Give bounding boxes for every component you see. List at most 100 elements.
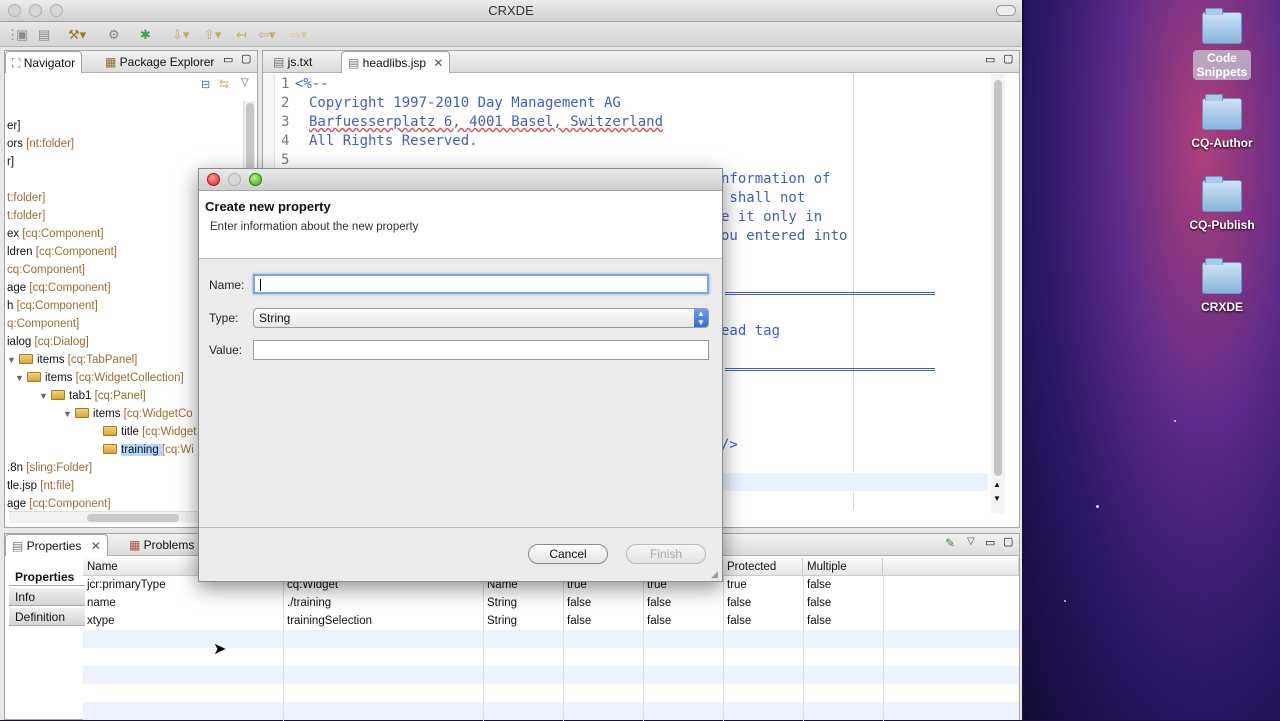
editor-vertical-scrollbar[interactable]: ▲ ▼ [991,74,1005,514]
scroll-down-icon[interactable]: ▼ [993,494,1001,503]
close-tab-icon[interactable]: ✕ [433,56,443,70]
type-select[interactable]: String ▲ ▼ [253,308,709,328]
expand-triangle-icon[interactable]: ▼ [15,369,27,387]
expand-triangle-icon[interactable]: ▼ [39,387,51,405]
view-menu-icon[interactable]: ▽ [967,536,975,547]
table-cell[interactable]: String [483,612,517,630]
table-cell[interactable]: jcr:primaryType [83,576,166,594]
dialog-zoom-button[interactable] [249,173,262,186]
table-cell[interactable]: false [563,594,591,612]
side-tab-properties[interactable]: Properties [9,568,85,586]
tab-headlibs-jsp[interactable]: ▤ headlibs.jsp ✕ [341,51,451,73]
previous-annotation-icon[interactable]: ⇧▾ [204,26,221,44]
tree-node[interactable]: r] [7,153,14,171]
desktop-icon-code-snippets[interactable]: Code Snippets [1174,8,1270,80]
value-input[interactable] [253,340,709,360]
tab-navigator[interactable]: ⛶ Navigator [5,51,83,73]
tab-problems[interactable]: ▦ Problems [123,534,200,556]
cancel-button[interactable]: Cancel [528,544,608,564]
close-window-button[interactable] [8,4,21,17]
settings-gear-icon[interactable]: ⚙ [108,26,120,44]
view-menu-icon[interactable]: ▽ [241,77,249,88]
code-line[interactable]: Copyright 1997-2010 Day Management AG [309,94,621,113]
back-arrow-icon[interactable]: ⇦▾ [258,26,275,44]
table-cell[interactable]: false [643,612,671,630]
table-cell[interactable]: false [563,612,591,630]
code-fragment[interactable]: /> [721,436,738,455]
table-cell[interactable]: xtype [83,612,115,630]
table-cell[interactable]: false [723,594,751,612]
link-with-editor-icon[interactable]: ⇆ [219,77,229,91]
collapse-all-icon[interactable]: ⊟ [201,78,210,91]
desktop-icon-cq-publish[interactable]: CQ-Publish [1174,176,1270,232]
tree-node[interactable]: tle.jsp [nt:file] [7,477,74,495]
tree-node[interactable]: q:Component] [7,315,79,333]
scrollbar-thumb[interactable] [994,80,1002,476]
maximize-panel-icon[interactable]: ▢ [1003,52,1013,65]
expand-triangle-icon[interactable]: ▼ [7,351,19,369]
tree-node[interactable]: ialog [cq:Dialog] [7,333,89,351]
code-fragment[interactable]: e it only in [721,208,822,227]
save-all-icon[interactable]: ▤ [38,26,50,44]
table-cell[interactable]: false [803,612,831,630]
tree-node[interactable]: cq:Component] [7,261,85,279]
tree-node[interactable]: ex [cq:Component] [7,225,104,243]
code-fragment[interactable]: shall not [721,189,805,208]
scrollbar-thumb[interactable] [87,514,179,522]
code-line[interactable]: Barfuesserplatz 6, 4001 Basel, Switzerla… [309,113,663,132]
tree-node[interactable]: age [cq:Component] [7,279,111,297]
scroll-up-icon[interactable]: ▲ [993,480,1001,489]
table-cell[interactable]: ./training [283,594,331,612]
maximize-panel-icon[interactable]: ▢ [1003,535,1013,548]
minimize-panel-icon[interactable]: ▭ [985,53,995,66]
table-cell[interactable]: false [803,594,831,612]
tree-node[interactable]: t:folder] [7,189,45,207]
table-cell[interactable]: false [803,576,831,594]
table-cell[interactable]: true [723,576,747,594]
tree-node[interactable]: .8n [sling:Folder] [7,459,92,477]
desktop-icon-cq-author[interactable]: CQ-Author [1174,94,1270,150]
code-fragment[interactable]: nformation of [721,170,831,189]
next-annotation-icon[interactable]: ⇩▾ [172,26,189,44]
expand-triangle-icon[interactable]: ▼ [63,405,75,423]
finish-button[interactable]: Finish [626,544,706,564]
table-cell[interactable]: false [643,594,671,612]
tab-package-explorer[interactable]: ▦ Package Explorer [99,51,220,73]
tree-node[interactable]: ▼ items [cq:WidgetCollection] [15,369,184,387]
side-tab-definition[interactable]: Definition [9,608,85,626]
tree-node[interactable]: ldren [cq:Component] [7,243,117,261]
code-fragment[interactable]: ead tag [721,322,780,341]
minimize-window-button[interactable] [29,4,42,17]
zoom-window-button[interactable] [50,4,63,17]
tree-node[interactable]: ▼ items [cq:TabPanel] [7,351,137,369]
tab-js-txt[interactable]: ▤ js.txt [267,51,318,73]
close-tab-icon[interactable]: ✕ [91,539,101,553]
tree-node[interactable]: h [cq:Component] [7,297,98,315]
resize-grip-icon[interactable]: ◢ [711,569,718,580]
tab-properties[interactable]: ▤ Properties ✕ [5,534,108,556]
minimize-panel-icon[interactable]: ▭ [985,536,995,549]
build-icon[interactable]: ⚒▾ [68,26,86,44]
dialog-close-button[interactable] [207,173,220,186]
debug-icon[interactable]: ✱ [140,26,151,44]
tree-node[interactable]: ▼ items [cq:WidgetCo [63,405,193,423]
name-input[interactable] [253,274,709,294]
table-cell[interactable]: name [83,594,116,612]
save-icon[interactable]: ▣ [16,26,28,44]
tree-node[interactable]: ▼ tab1 [cq:Panel] [39,387,146,405]
table-cell[interactable]: trainingSelection [283,612,372,630]
toolbar-toggle-button[interactable] [996,5,1016,16]
minimize-panel-icon[interactable]: ▭ [223,53,233,66]
code-fragment[interactable]: ou entered into [721,227,847,246]
tree-node[interactable]: er] [7,117,20,135]
desktop-icon-crxde[interactable]: CRXDE [1174,258,1270,314]
maximize-panel-icon[interactable]: ▢ [241,52,251,65]
column-header-multiple[interactable]: Multiple [803,558,883,576]
forward-arrow-icon[interactable]: ⇨▾ [290,26,307,44]
tree-node[interactable]: t:folder] [7,207,45,225]
code-line[interactable]: <%-- [295,75,329,94]
last-edit-icon[interactable]: ↤ [236,26,247,44]
tree-node[interactable]: title [cq:Widget [103,423,196,441]
tree-node[interactable]: training [cq:Wi [103,441,194,459]
side-tab-info[interactable]: Info [9,588,85,606]
